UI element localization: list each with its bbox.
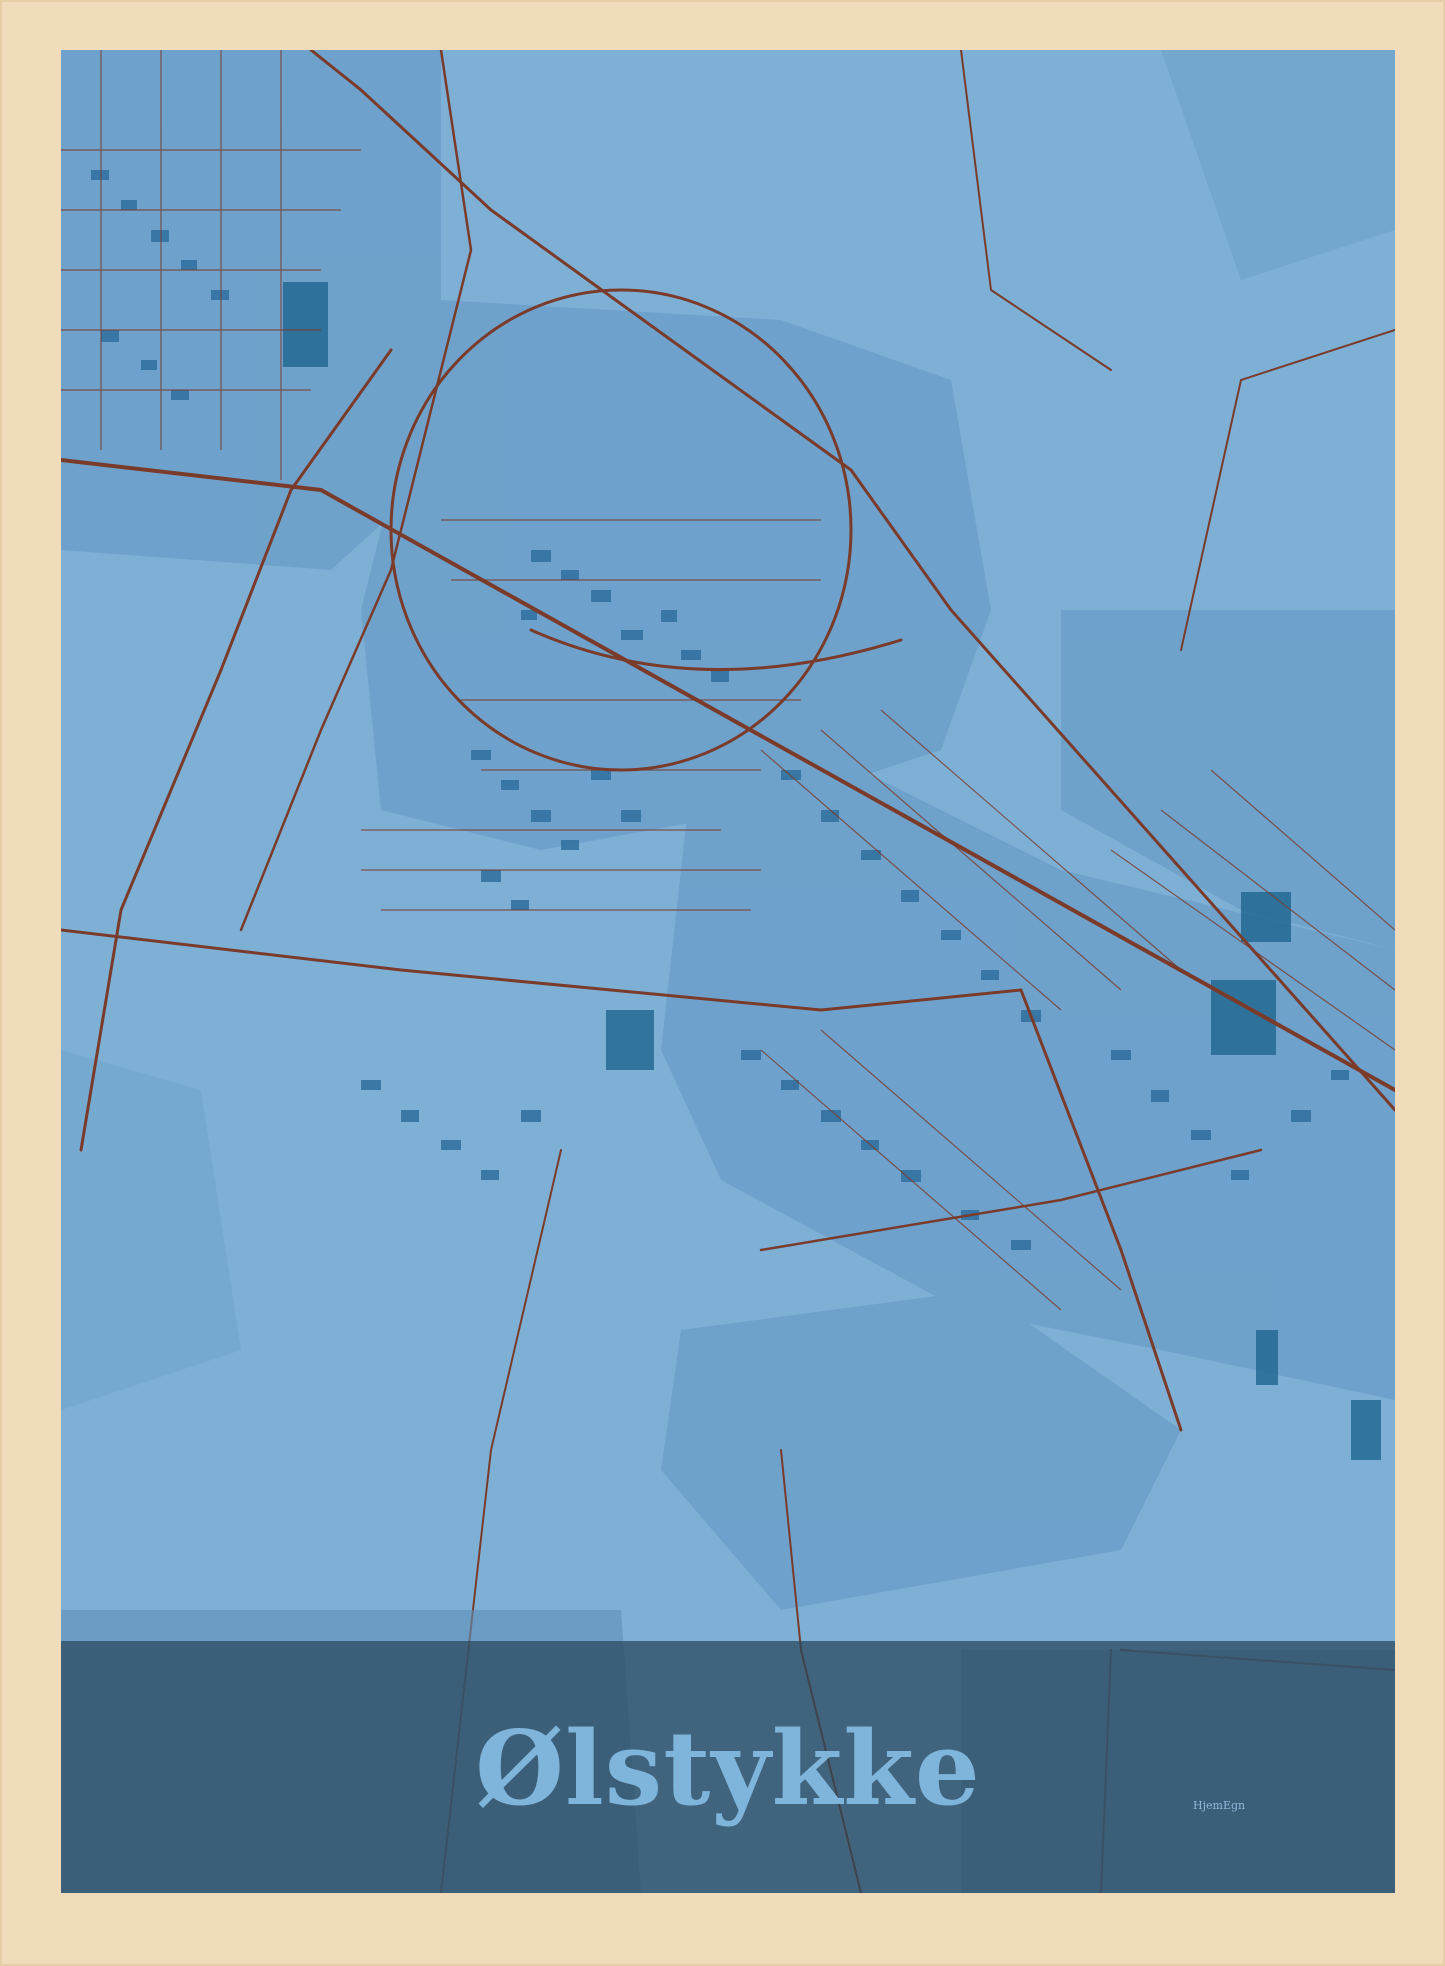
brand-logo: HjemEgn — [1193, 1799, 1246, 1812]
wooden-frame: Ølstykke HjemEgn — [0, 0, 1445, 1966]
map-poster: Ølstykke HjemEgn — [61, 50, 1395, 1893]
title-banner: Ølstykke HjemEgn — [61, 1641, 1395, 1893]
street-map — [61, 50, 1395, 1893]
land-zones — [61, 50, 1395, 1610]
